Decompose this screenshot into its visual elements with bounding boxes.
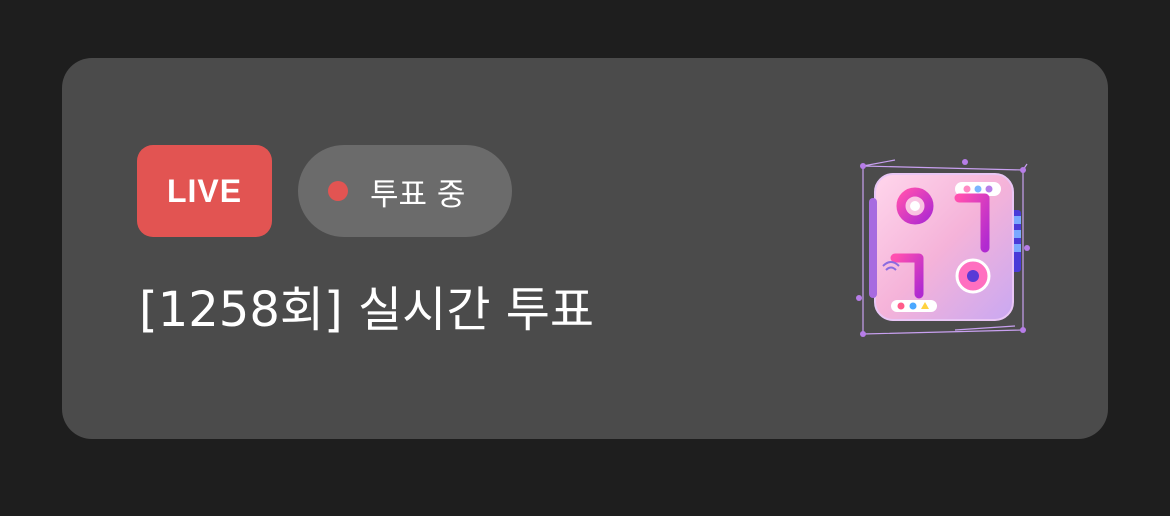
badge-row: LIVE 투표 중 <box>137 145 512 237</box>
vote-title: [1258회] 실시간 투표 <box>139 282 595 338</box>
live-dot-icon <box>328 181 348 201</box>
live-badge: LIVE <box>137 145 272 237</box>
voting-status-pill: 투표 중 <box>298 145 512 237</box>
voting-status-label: 투표 중 <box>370 176 466 213</box>
show-logo-thumbnail <box>856 159 1030 337</box>
live-vote-card[interactable]: LIVE 투표 중 [1258회] 실시간 투표 <box>62 58 1108 439</box>
